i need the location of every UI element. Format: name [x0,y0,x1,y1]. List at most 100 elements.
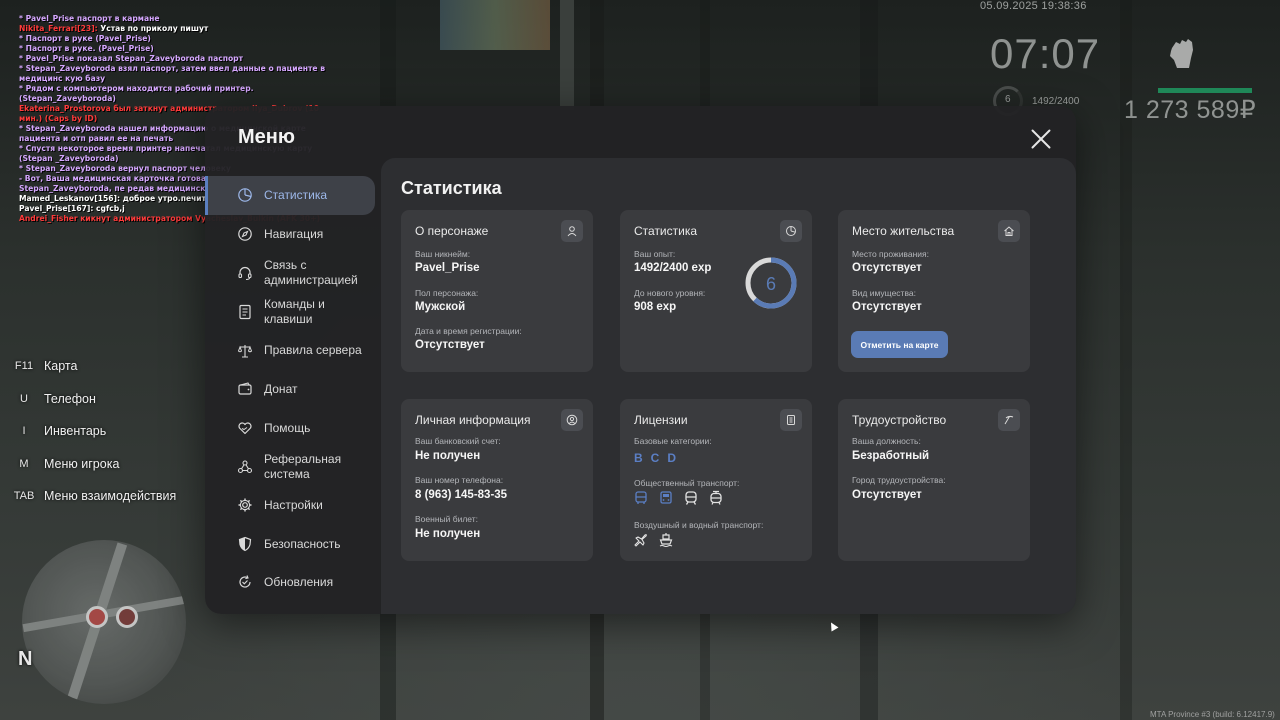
license-category: B [634,451,643,465]
sidebar-item-label: Донат [264,382,298,396]
sidebar-item-label: Безопасность [264,536,341,551]
hotkey-label: Меню взаимодействия [44,489,177,504]
mark-on-map-button[interactable]: Отметить на карте [851,331,948,358]
card-licenses: Лицензии Базовые категории: BCD Обществе… [620,399,812,561]
nickname-label: Ваш никнейм: [415,249,471,259]
ship-icon [659,533,673,547]
build-info: MTA Province #3 (build: 6.12417.9) [1150,710,1275,719]
hotkey-key: M [19,457,29,470]
user-icon [561,220,583,242]
sidebar-item-10[interactable]: Безопасность [205,525,381,564]
card-personal: Личная информация Ваш банковский счет: Н… [401,399,593,561]
sidebar-item-5[interactable]: Правила сервера [205,331,381,370]
referral-icon [237,459,253,475]
heart-hands-icon [237,420,253,436]
fist-weapon-icon [1170,39,1193,68]
property-value: Отсутствует [852,301,922,313]
exp-label: Ваш опыт: [634,249,676,259]
basic-categories: BCD [634,451,676,465]
train-icon [685,491,697,505]
phone-value: 8 (963) 145-83-35 [415,489,508,501]
compass-icon [237,226,253,242]
next-level-value: 908 exp [634,301,677,313]
card-title: Трудоустройство [852,413,947,427]
chat-line: * Рядом с компьютером находится рабочий … [19,84,254,103]
health-bar [1158,88,1252,93]
house-icon [998,220,1020,242]
bank-value: Не получен [415,450,481,462]
hotkey-label: Инвентарь [44,424,107,439]
gender-value: Мужской [415,301,466,313]
public-transport-label: Общественный транспорт: [634,478,740,488]
hotkey-hints: F11 Карта U Телефон I Инвентарь M Меню игрока TA… [12,350,177,513]
chat-fragment: Nikita_Ferrari[23]: [19,24,101,33]
place-value: Отсутствует [852,262,922,274]
card-title: Личная информация [415,413,531,427]
property-label: Вид имущества: [852,288,916,298]
registration-label: Дата и время регистрации: [415,326,522,336]
menu-sidebar: Статистика Навигация Связь с администрацие… [205,176,381,602]
minimap-marker [116,606,138,628]
hotkey-key: F11 [14,360,34,373]
minimap-marker [86,606,108,628]
sidebar-item-label: Статистика [264,188,328,202]
employment-city-label: Город трудоустройства: [852,475,946,485]
minimap-north-label: N [18,648,33,670]
sidebar-item-7[interactable]: Помощь [205,409,381,448]
card-title: Место жительства [852,224,955,238]
level-progress-ring: 6 [745,257,797,309]
hotkey-label: Карта [44,359,78,374]
bus-icon [635,491,647,504]
sidebar-item-1[interactable]: Статистика [205,176,375,215]
content-title: Статистика [401,178,502,198]
chat-line: * Pavel_Prise показал Stepan_Zaveyboroda… [19,54,243,63]
hotkey-key: TAB [13,490,35,503]
sidebar-item-2[interactable]: Навигация [205,215,381,254]
license-category: C [650,451,660,465]
sidebar-item-4[interactable]: Команды и клавиши [205,292,381,331]
sidebar-item-11[interactable]: Обновления [205,563,381,602]
wallet-icon [237,381,253,397]
billboard-pole [560,0,574,110]
sidebar-item-8[interactable]: Реферальная система [205,447,381,486]
card-character: О персонаже Ваш никнейм: Pavel_Prise Пол… [401,210,593,372]
card-employment: Трудоустройство Ваша должность: Безработ… [838,399,1030,561]
employment-city-value: Отсутствует [852,489,922,501]
plane-icon [634,534,647,547]
pie-chart-icon [780,220,802,242]
sidebar-item-label: Команды и клавиши [264,297,325,326]
basic-categories-label: Базовые категории: [634,436,712,446]
air-water-transport-label: Воздушный и водный транспорт: [634,520,764,530]
hotkey-hint: U Телефон [12,383,176,416]
menu-title: Меню [238,126,295,148]
card-title: О персонаже [415,224,489,238]
chat-line: * Паспорт в руке. (Pavel_Prise) [19,44,154,53]
sidebar-item-3[interactable]: Связь с администрацией [205,253,381,292]
air-water-transport-icons [633,532,674,548]
pie-chart-icon [237,187,253,203]
level-number: 6 [766,274,776,294]
scales-icon [237,343,253,359]
position-label: Ваша должность: [852,436,921,446]
license-category: D [667,451,677,465]
hud-datetime: 05.09.2025 19:38:36 [980,0,1087,12]
tram-icon [710,490,722,505]
registration-value: Отсутствует [415,339,485,351]
shield-icon [237,536,253,552]
hud-money: 1 273 589₽ [1124,96,1257,124]
hotkey-key: U [20,392,28,405]
close-icon[interactable] [1030,128,1052,150]
chat-line: * Pavel_Prise паспорт в кармане [19,14,160,23]
hud-clock: 07:07 [990,30,1101,77]
sidebar-item-6[interactable]: Донат [205,370,381,409]
exp-value: 1492/2400 exp [634,262,712,274]
minimap [22,540,186,704]
hotkey-hint: I Инвентарь [12,415,176,448]
sidebar-item-label: Обновления [264,575,334,589]
sidebar-item-label: Реферальная система [264,452,342,481]
chat-line: * Stepan_Zaveyboroda взял паспорт, затем… [19,64,326,83]
next-level-label: До нового уровня: [634,288,706,298]
sidebar-item-label: Правила сервера [264,343,362,358]
military-label: Военный билет: [415,514,479,524]
sidebar-item-9[interactable]: Настройки [205,486,381,525]
